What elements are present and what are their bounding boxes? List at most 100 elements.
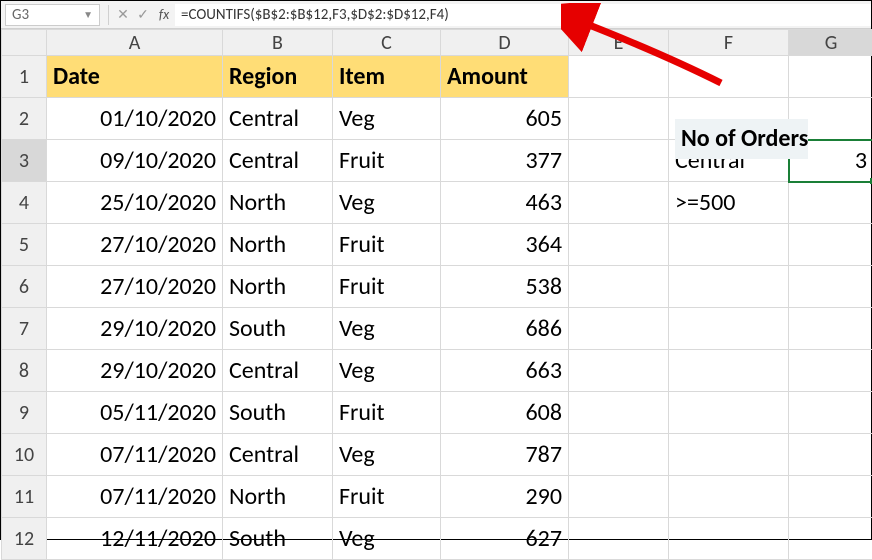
row-header-3[interactable]: 3 [2,140,47,182]
cell-A8[interactable]: 29/10/2020 [47,350,223,392]
col-header-F[interactable]: F [669,30,789,56]
cell-D7[interactable]: 686 [441,308,569,350]
formula-input[interactable]: =COUNTIFS($B$2:$B$12,F3,$D$2:$D$12,F4) [175,4,871,26]
cell-D9[interactable]: 608 [441,392,569,434]
spreadsheet-grid[interactable]: A B C D E F G 1 Date Region Item Amount … [1,29,871,560]
cell-B6[interactable]: North [223,266,333,308]
cell-A5[interactable]: 27/10/2020 [47,224,223,266]
row-header-2[interactable]: 2 [2,98,47,140]
cell-D3[interactable]: 377 [441,140,569,182]
cell-A1[interactable]: Date [47,56,223,98]
cell-F2[interactable]: No of Orders [669,98,789,140]
cell-G1[interactable] [789,56,872,98]
cell-B8[interactable]: Central [223,350,333,392]
row-header-1[interactable]: 1 [2,56,47,98]
cell-E2[interactable] [569,98,669,140]
cell-C2[interactable]: Veg [333,98,441,140]
name-box[interactable]: G3 ▼ [5,4,100,26]
row-header-11[interactable]: 11 [2,476,47,518]
cell-G10[interactable] [789,434,872,476]
cell-B1[interactable]: Region [223,56,333,98]
cell-C1[interactable]: Item [333,56,441,98]
cell-D8[interactable]: 663 [441,350,569,392]
cell-G6[interactable] [789,266,872,308]
cell-G8[interactable] [789,350,872,392]
cell-F9[interactable] [669,392,789,434]
cell-F11[interactable] [669,476,789,518]
cell-F12[interactable] [669,518,789,560]
cell-D4[interactable]: 463 [441,182,569,224]
fx-icon[interactable]: fx [153,6,175,23]
row-header-4[interactable]: 4 [2,182,47,224]
cell-G7[interactable] [789,308,872,350]
cell-E7[interactable] [569,308,669,350]
cell-C5[interactable]: Fruit [333,224,441,266]
col-header-G[interactable]: G [789,30,872,56]
cell-C6[interactable]: Fruit [333,266,441,308]
cell-D10[interactable]: 787 [441,434,569,476]
cell-D5[interactable]: 364 [441,224,569,266]
cell-C4[interactable]: Veg [333,182,441,224]
cell-A2[interactable]: 01/10/2020 [47,98,223,140]
cell-E1[interactable] [569,56,669,98]
cell-A12[interactable]: 12/11/2020 [47,518,223,560]
cell-B12[interactable]: South [223,518,333,560]
cell-F8[interactable] [669,350,789,392]
cell-D6[interactable]: 538 [441,266,569,308]
cell-B2[interactable]: Central [223,98,333,140]
row-header-9[interactable]: 9 [2,392,47,434]
cell-F5[interactable] [669,224,789,266]
cell-E10[interactable] [569,434,669,476]
cell-A7[interactable]: 29/10/2020 [47,308,223,350]
cell-A11[interactable]: 07/11/2020 [47,476,223,518]
row-header-12[interactable]: 12 [2,518,47,560]
cell-B9[interactable]: South [223,392,333,434]
cell-A9[interactable]: 05/11/2020 [47,392,223,434]
cell-F7[interactable] [669,308,789,350]
cell-E4[interactable] [569,182,669,224]
cell-G12[interactable] [789,518,872,560]
cell-E8[interactable] [569,350,669,392]
cell-B7[interactable]: South [223,308,333,350]
cell-G9[interactable] [789,392,872,434]
cell-C7[interactable]: Veg [333,308,441,350]
cell-B5[interactable]: North [223,224,333,266]
cell-G5[interactable] [789,224,872,266]
row-header-7[interactable]: 7 [2,308,47,350]
cell-B3[interactable]: Central [223,140,333,182]
cell-C12[interactable]: Veg [333,518,441,560]
cell-F10[interactable] [669,434,789,476]
cell-C8[interactable]: Veg [333,350,441,392]
cell-E9[interactable] [569,392,669,434]
cell-A4[interactable]: 25/10/2020 [47,182,223,224]
cancel-icon[interactable]: ✕ [113,6,133,23]
cell-E3[interactable] [569,140,669,182]
cell-F4[interactable]: >=500 [669,182,789,224]
col-header-D[interactable]: D [441,30,569,56]
cell-D2[interactable]: 605 [441,98,569,140]
select-all-corner[interactable] [2,30,47,56]
cell-F6[interactable] [669,266,789,308]
cell-E6[interactable] [569,266,669,308]
col-header-E[interactable]: E [569,30,669,56]
chevron-down-icon[interactable]: ▼ [83,8,93,21]
cell-G4[interactable] [789,182,872,224]
cell-F1[interactable] [669,56,789,98]
cell-D1[interactable]: Amount [441,56,569,98]
row-header-5[interactable]: 5 [2,224,47,266]
cell-A6[interactable]: 27/10/2020 [47,266,223,308]
col-header-B[interactable]: B [223,30,333,56]
cell-C9[interactable]: Fruit [333,392,441,434]
cell-C3[interactable]: Fruit [333,140,441,182]
cell-G11[interactable] [789,476,872,518]
cell-A10[interactable]: 07/11/2020 [47,434,223,476]
cell-B4[interactable]: North [223,182,333,224]
cell-D11[interactable]: 290 [441,476,569,518]
col-header-A[interactable]: A [47,30,223,56]
cell-D12[interactable]: 627 [441,518,569,560]
row-header-10[interactable]: 10 [2,434,47,476]
cell-C10[interactable]: Veg [333,434,441,476]
cell-E12[interactable] [569,518,669,560]
cell-C11[interactable]: Fruit [333,476,441,518]
cell-B11[interactable]: North [223,476,333,518]
